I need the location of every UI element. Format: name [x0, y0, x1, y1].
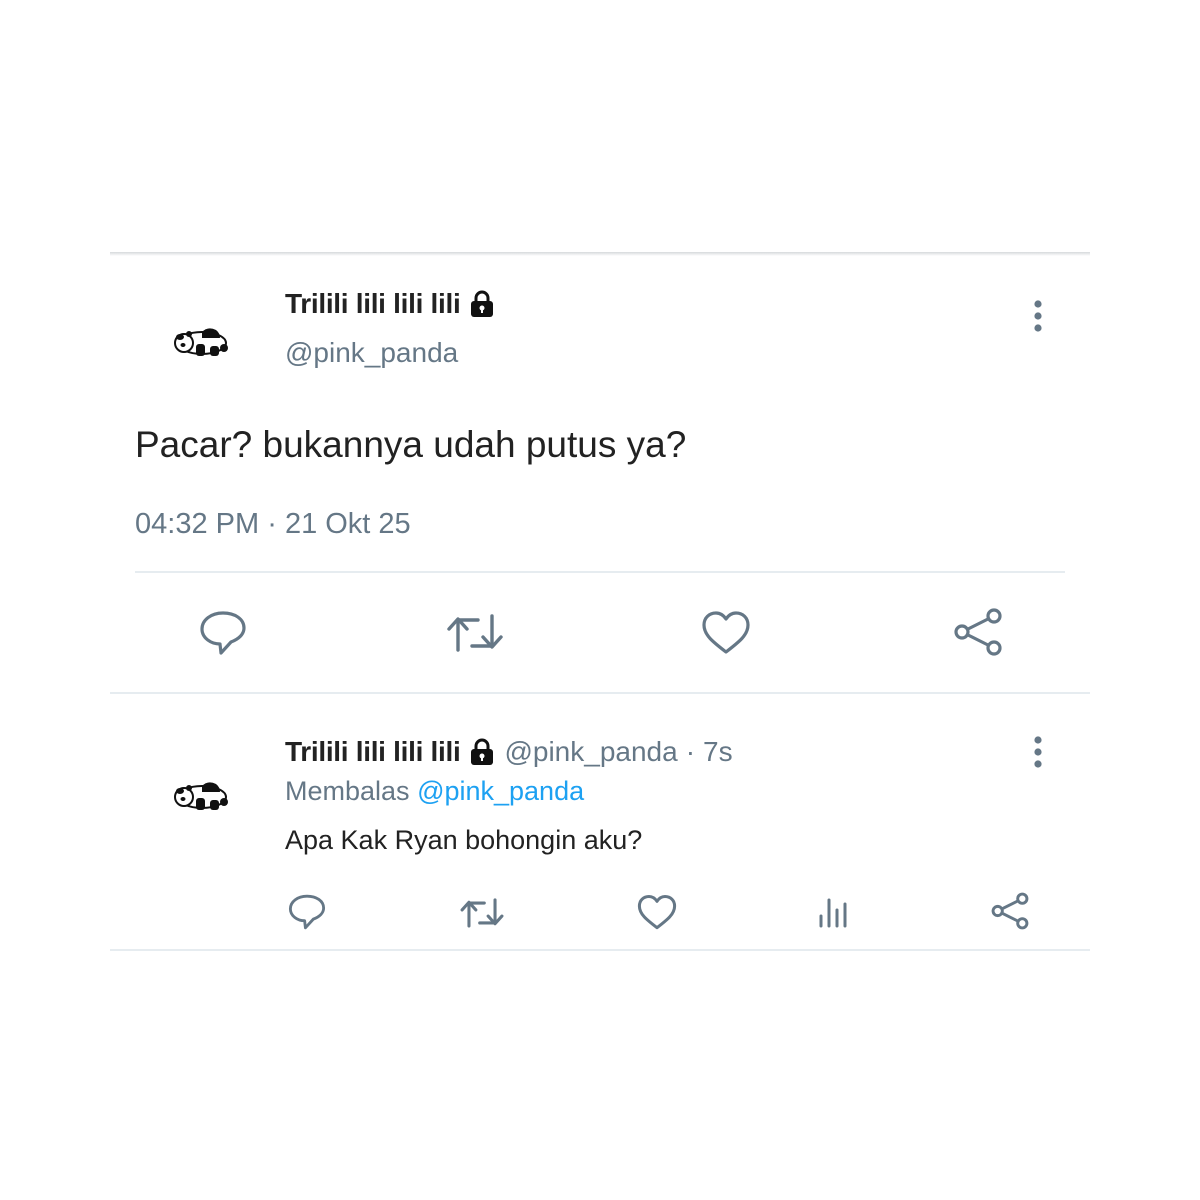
lock-icon — [471, 290, 494, 317]
reply-icon — [288, 894, 326, 930]
replying-to-link[interactable]: @pink_panda — [417, 776, 584, 806]
retweet-icon — [460, 898, 504, 928]
top-divider — [110, 252, 1090, 256]
main-name-row: Trilili lili lili lili — [285, 288, 496, 320]
timestamp-divider — [135, 571, 1065, 573]
share-button[interactable] — [988, 890, 1032, 932]
timestamp-separator: · — [267, 508, 277, 540]
panda-avatar[interactable] — [172, 324, 232, 358]
panda-avatar[interactable] — [172, 778, 232, 812]
reply-handle[interactable]: @pink_panda — [504, 736, 677, 768]
more-vertical-icon[interactable] — [1028, 732, 1048, 772]
like-button[interactable] — [635, 892, 679, 932]
tweet-thread: Trilili lili lili lili @pink_panda Pacar… — [110, 252, 1090, 952]
share-icon — [954, 608, 1002, 656]
reply-text: Apa Kak Ryan bohongin aku? — [285, 825, 643, 855]
reply-button[interactable] — [196, 608, 250, 658]
reply-display-name[interactable]: Trilili lili lili lili — [285, 736, 461, 768]
like-icon — [637, 894, 677, 929]
reply-separator: · — [685, 736, 696, 767]
replying-to-line: Membalas @pink_panda — [285, 776, 584, 807]
analytics-icon — [819, 898, 847, 928]
reply-name-row: Trilili lili lili lili @pink_panda · 7s — [285, 736, 733, 768]
tweet-time: 04:32 PM — [135, 508, 260, 540]
retweet-icon — [447, 614, 503, 652]
like-button[interactable] — [699, 608, 753, 658]
tweet-divider — [110, 692, 1090, 694]
analytics-button[interactable] — [813, 892, 853, 932]
reply-button[interactable] — [285, 892, 329, 932]
reply-age: 7s — [703, 736, 733, 767]
handle[interactable]: @pink_panda — [285, 337, 458, 369]
tweet-text: Pacar? bukannya udah putus ya? — [135, 424, 687, 465]
tweet-timestamp: 04:32 PM · 21 Okt 25 — [135, 508, 411, 541]
replying-label: Membalas — [285, 776, 410, 806]
reply-icon — [200, 611, 246, 655]
share-button[interactable] — [950, 606, 1006, 658]
more-vertical-icon[interactable] — [1028, 296, 1048, 336]
bottom-divider — [110, 949, 1090, 951]
lock-icon — [471, 738, 494, 765]
retweet-button[interactable] — [445, 609, 505, 657]
like-icon — [702, 611, 750, 654]
display-name[interactable]: Trilili lili lili lili — [285, 288, 461, 320]
share-icon — [991, 892, 1029, 930]
tweet-date: 21 Okt 25 — [284, 508, 411, 540]
retweet-button[interactable] — [458, 894, 506, 932]
